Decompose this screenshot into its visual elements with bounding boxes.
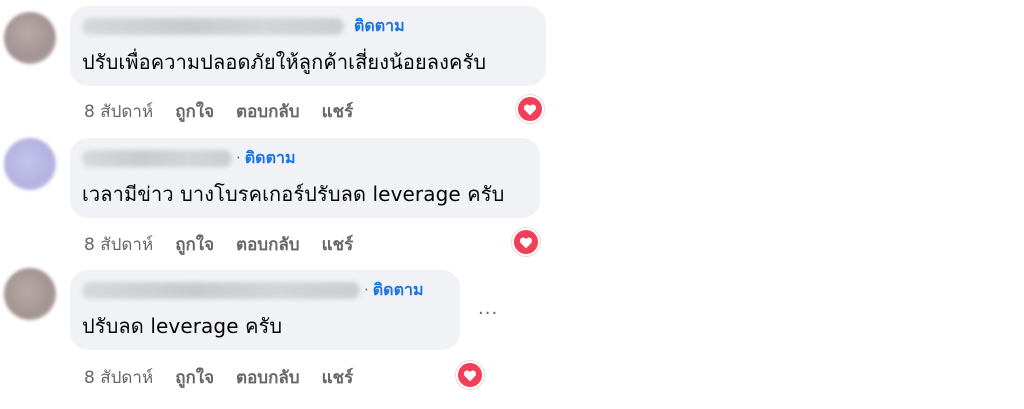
author-row: · ติดตาม xyxy=(82,147,295,169)
heart-icon xyxy=(523,103,537,115)
share-button[interactable]: แชร์ xyxy=(322,231,354,258)
like-button[interactable]: ถูกใจ xyxy=(175,98,214,125)
author-row: ติดตาม xyxy=(82,15,405,37)
comment-timestamp[interactable]: 8 สัปดาห์ xyxy=(84,98,153,125)
heart-icon xyxy=(463,369,477,381)
like-button[interactable]: ถูกใจ xyxy=(175,231,214,258)
comment-actions: 8 สัปดาห์ ถูกใจ ตอบกลับ แชร์ xyxy=(84,231,375,258)
comment-text: เวลามีข่าว บางโบรคเกอร์ปรับลด leverage ค… xyxy=(82,182,505,206)
follow-link[interactable]: ติดตาม xyxy=(354,14,405,39)
reply-button[interactable]: ตอบกลับ xyxy=(236,231,300,258)
comment-text: ปรับเพื่อความปลอดภัยให้ลูกค้าเสี่ยงน้อยล… xyxy=(82,50,487,74)
comment-timestamp[interactable]: 8 สัปดาห์ xyxy=(84,364,153,391)
author-name-blurred[interactable] xyxy=(82,17,344,35)
comment-actions: 8 สัปดาห์ ถูกใจ ตอบกลับ แชร์ xyxy=(84,364,375,391)
comment-text: ปรับลด leverage ครับ xyxy=(82,314,283,338)
comment-bubble: ติดตาม ปรับเพื่อความปลอดภัยให้ลูกค้าเสี่… xyxy=(70,6,546,86)
avatar[interactable] xyxy=(4,138,56,190)
comment-timestamp[interactable]: 8 สัปดาห์ xyxy=(84,231,153,258)
love-reaction-icon[interactable] xyxy=(512,228,540,256)
share-button[interactable]: แชร์ xyxy=(322,98,354,125)
love-reaction-icon[interactable] xyxy=(456,361,484,389)
separator-dot: · xyxy=(236,149,241,167)
comment-bubble: · ติดตาม ปรับลด leverage ครับ xyxy=(70,270,460,350)
author-name-blurred[interactable] xyxy=(82,149,232,167)
avatar[interactable] xyxy=(4,12,56,64)
avatar[interactable] xyxy=(4,268,56,320)
share-button[interactable]: แชร์ xyxy=(322,364,354,391)
more-options-button[interactable]: ... xyxy=(478,298,498,319)
comment-bubble: · ติดตาม เวลามีข่าว บางโบรคเกอร์ปรับลด l… xyxy=(70,138,540,218)
reply-button[interactable]: ตอบกลับ xyxy=(236,364,300,391)
love-reaction-icon[interactable] xyxy=(516,95,544,123)
author-row: · ติดตาม xyxy=(82,279,423,301)
follow-link[interactable]: ติดตาม xyxy=(373,278,424,303)
author-name-blurred[interactable] xyxy=(82,281,360,299)
reply-button[interactable]: ตอบกลับ xyxy=(236,98,300,125)
separator-dot: · xyxy=(364,281,369,299)
like-button[interactable]: ถูกใจ xyxy=(175,364,214,391)
heart-icon xyxy=(519,236,533,248)
comment-actions: 8 สัปดาห์ ถูกใจ ตอบกลับ แชร์ xyxy=(84,98,375,125)
follow-link[interactable]: ติดตาม xyxy=(245,146,296,171)
comment-thread: ติดตาม ปรับเพื่อความปลอดภัยให้ลูกค้าเสี่… xyxy=(0,0,1024,409)
